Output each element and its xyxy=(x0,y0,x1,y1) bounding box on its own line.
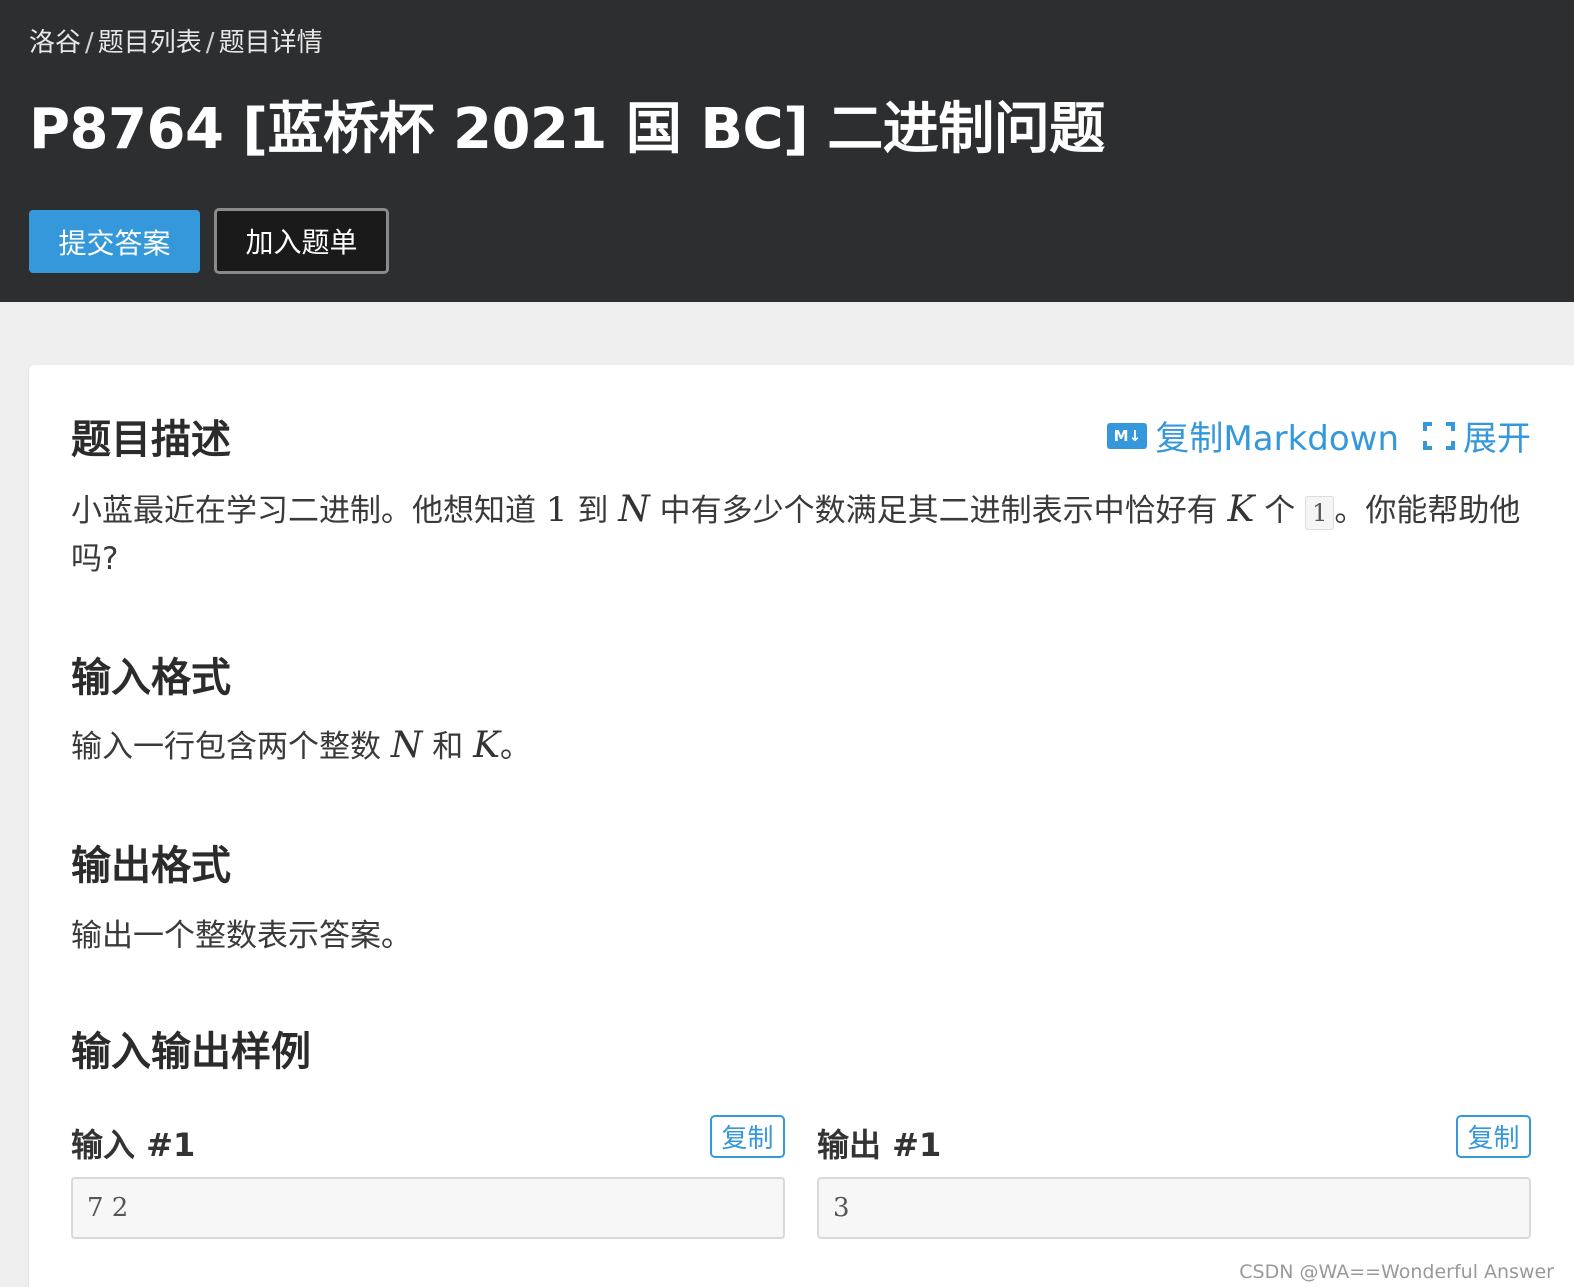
input-format-text-part: 。 xyxy=(499,729,531,765)
math-n: N xyxy=(618,489,650,530)
sample-output-box[interactable]: 3 xyxy=(817,1177,1531,1239)
add-to-list-button[interactable]: 加入题单 xyxy=(214,208,389,274)
description-text-part: 中有多少个数满足其二进制表示中恰好有 xyxy=(659,493,1218,529)
copy-output-button[interactable]: 复制 xyxy=(1456,1115,1531,1158)
header: 洛谷 / 题目列表 / 题目详情 P8764 [蓝桥杯 2021 国 BC] 二进制问题… xyxy=(0,0,1574,302)
breadcrumb: 洛谷 / 题目列表 / 题目详情 xyxy=(29,22,323,59)
copy-markdown-link[interactable]: M↓ 复制Markdown xyxy=(1107,411,1399,460)
expand-icon xyxy=(1423,421,1455,450)
breadcrumb-problem-detail[interactable]: 题目详情 xyxy=(219,28,323,58)
sample-input-label: 输入 #1 xyxy=(71,1126,196,1164)
input-format-text: 输入一行包含两个整数 N 和 K。 xyxy=(71,722,531,771)
description-text-part: 到 xyxy=(577,493,609,529)
csdn-watermark: CSDN @WA==Wonderful Answer xyxy=(1239,1261,1554,1283)
problem-actions: M↓ 复制Markdown 展开 xyxy=(1107,411,1531,460)
math-one: 1 xyxy=(545,490,568,530)
description-heading: 题目描述 xyxy=(71,417,231,463)
submit-answer-button[interactable]: 提交答案 xyxy=(29,210,200,273)
math-k: K xyxy=(473,725,500,766)
expand-label: 展开 xyxy=(1463,419,1531,459)
math-k: K xyxy=(1227,489,1255,530)
sample-input-box[interactable]: 7 2 xyxy=(71,1177,785,1239)
input-format-text-part: 和 xyxy=(432,729,464,765)
output-format-text: 输出一个整数表示答案。 xyxy=(71,918,412,954)
input-format-text-part: 输入一行包含两个整数 xyxy=(71,729,381,765)
inline-code-one: 1 xyxy=(1305,495,1335,530)
description-text-part: 个 xyxy=(1264,493,1296,529)
description-text: 小蓝最近在学习二进制。他想知道 1 到 N 中有多少个数满足其二进制表示中恰好有… xyxy=(71,486,1531,583)
description-text-part: 小蓝最近在学习二进制。他想知道 xyxy=(71,493,536,529)
samples-heading: 输入输出样例 xyxy=(71,1029,311,1075)
copy-markdown-label: 复制Markdown xyxy=(1155,419,1399,459)
input-format-heading: 输入格式 xyxy=(71,655,231,701)
breadcrumb-separator: / xyxy=(205,28,215,58)
breadcrumb-problem-list[interactable]: 题目列表 xyxy=(98,28,202,58)
markdown-icon: M↓ xyxy=(1107,422,1148,449)
page-title: P8764 [蓝桥杯 2021 国 BC] 二进制问题 xyxy=(29,97,1105,162)
math-n: N xyxy=(390,725,423,766)
problem-card: M↓ 复制Markdown 展开 题目描述 小蓝最近在学习二进制。他想知道 1 … xyxy=(29,365,1574,1287)
output-format-heading: 输出格式 xyxy=(71,843,231,889)
copy-input-button[interactable]: 复制 xyxy=(710,1115,785,1158)
breadcrumb-luogu[interactable]: 洛谷 xyxy=(29,28,81,58)
breadcrumb-separator: / xyxy=(85,28,94,58)
expand-link[interactable]: 展开 xyxy=(1423,411,1531,460)
sample-output-label: 输出 #1 xyxy=(817,1126,942,1164)
